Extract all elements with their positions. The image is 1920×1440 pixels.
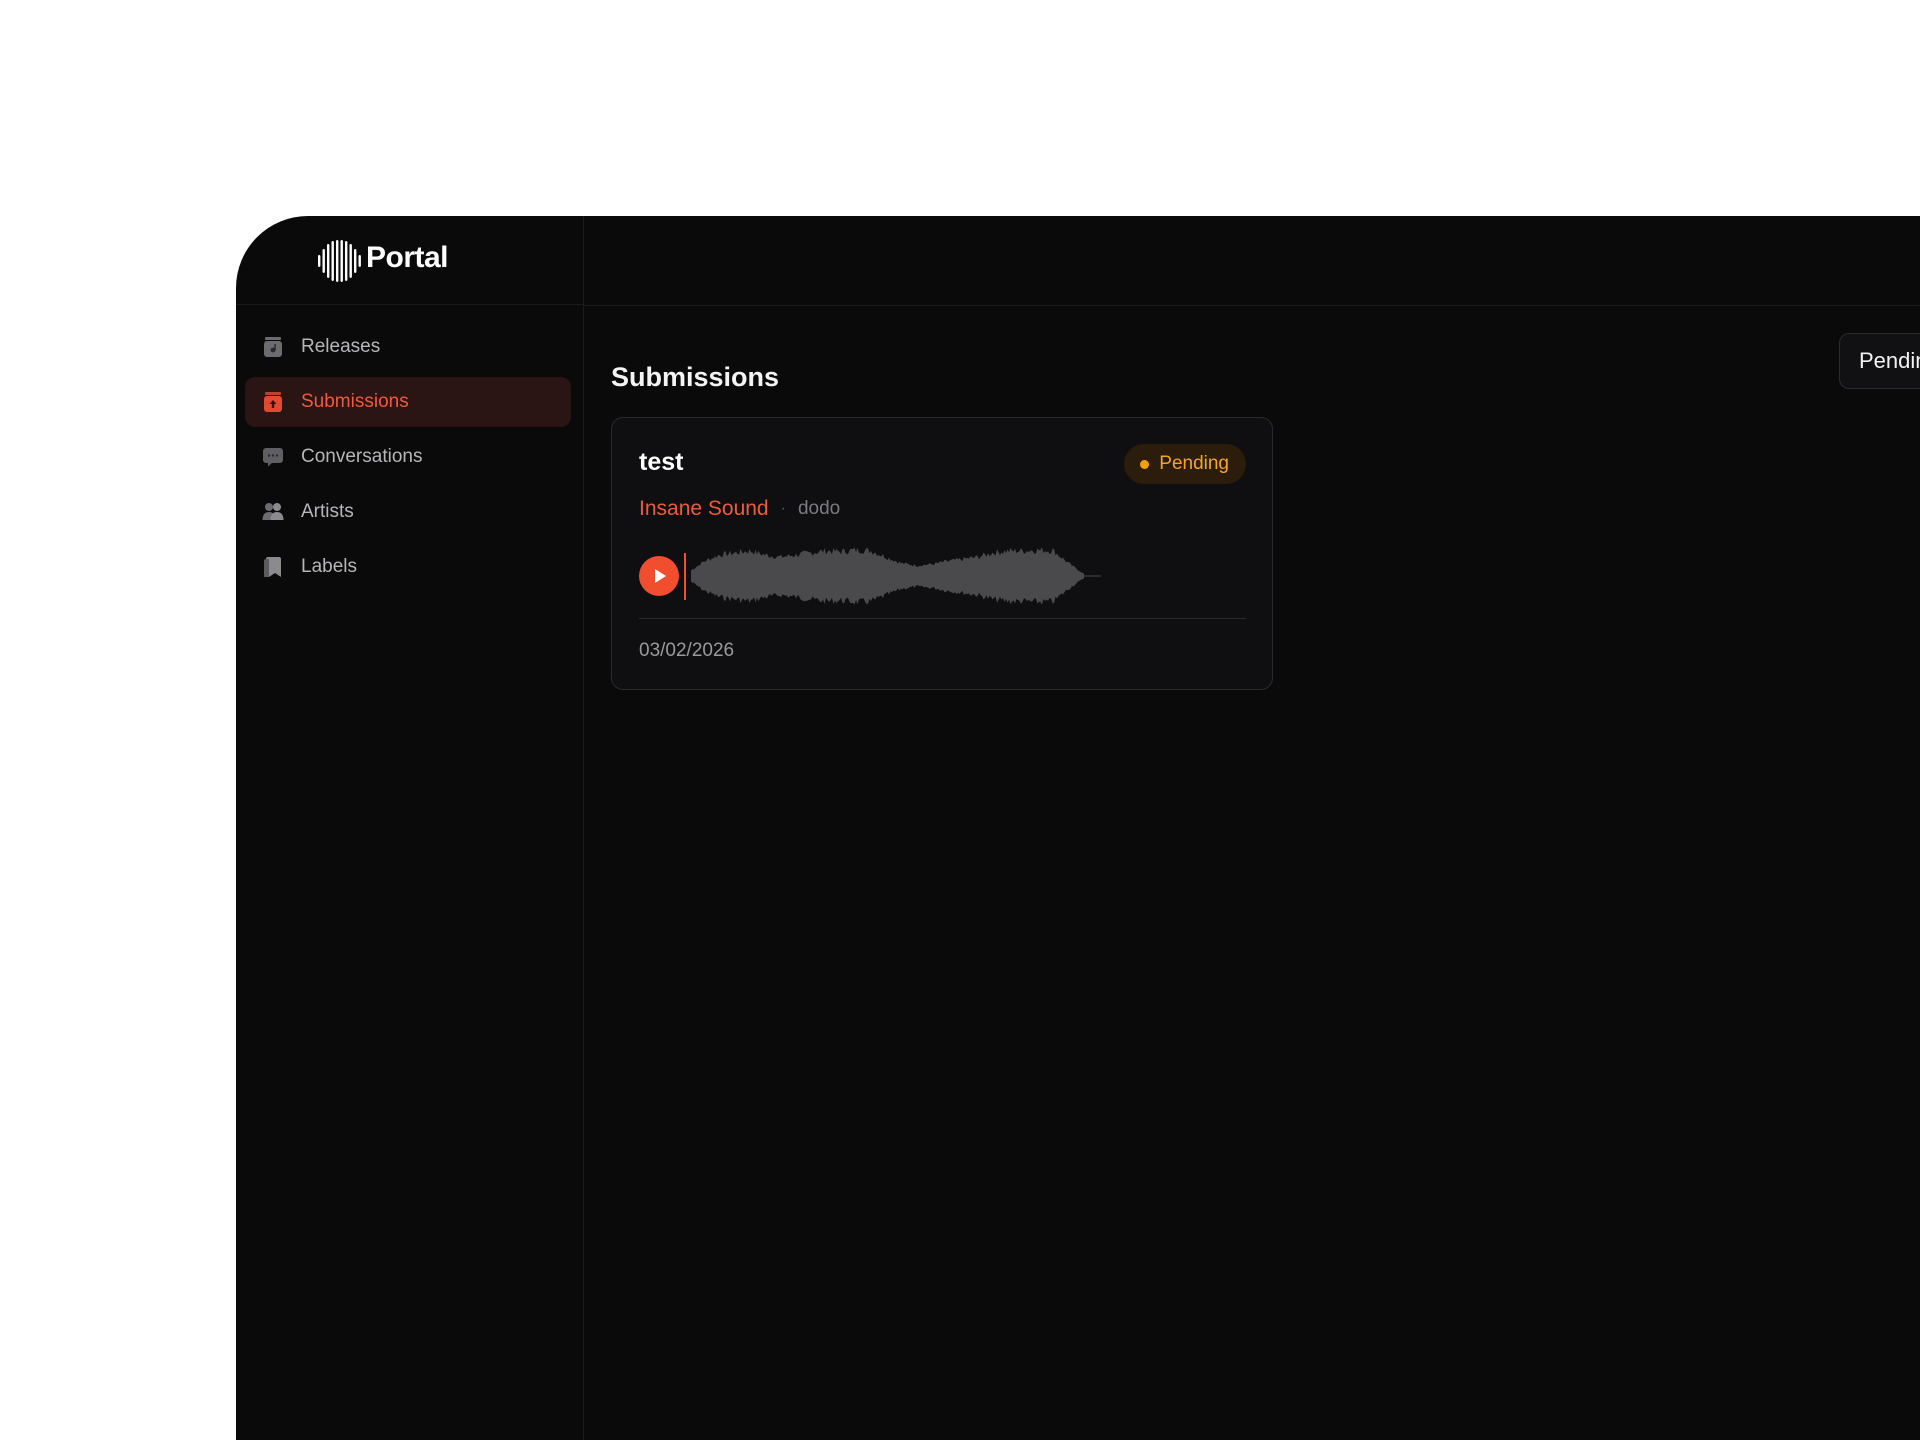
playhead[interactable] (684, 553, 686, 600)
page-title: Submissions (611, 362, 780, 393)
sidebar-item-releases[interactable]: Releases (245, 322, 571, 372)
waveform-shape (691, 547, 1084, 605)
status-filter-button[interactable]: Pending (1839, 333, 1920, 389)
card-divider (639, 618, 1246, 619)
sidebar: Portal Releases Submissions Conversation… (236, 216, 584, 1440)
brand-name: Portal (366, 241, 449, 274)
submission-meta: Insane Sound · dodo (639, 497, 840, 521)
sidebar-item-label: Conversations (301, 446, 423, 467)
sidebar-item-conversations[interactable]: Conversations (245, 432, 571, 482)
sidebar-item-submissions[interactable]: Submissions (245, 377, 571, 427)
status-badge-label: Pending (1159, 453, 1229, 474)
chat-bubble-icon (263, 448, 283, 467)
submission-label-name[interactable]: Insane Sound (639, 497, 769, 521)
audio-player (639, 546, 1119, 606)
sidebar-nav: Releases Submissions Conversations Artis… (245, 322, 571, 597)
submission-artist: dodo (797, 498, 841, 519)
sidebar-item-label: Submissions (301, 391, 409, 412)
submission-card[interactable]: test Pending Insane Sound · dodo 03/02/2… (611, 417, 1273, 690)
upload-tray-icon (264, 392, 282, 412)
play-button[interactable] (639, 556, 679, 596)
meta-separator: · (780, 500, 786, 517)
top-bar (584, 216, 1920, 306)
sidebar-item-label: Releases (301, 336, 381, 357)
audio-waveform[interactable] (689, 546, 1109, 606)
release-disc-icon (264, 337, 282, 357)
status-badge: Pending (1124, 444, 1246, 484)
sidebar-item-artists[interactable]: Artists (245, 487, 571, 537)
status-filter-label: Pending (1859, 348, 1920, 373)
play-icon (655, 569, 666, 583)
sidebar-item-label: Labels (301, 556, 357, 577)
sidebar-item-labels[interactable]: Labels (245, 542, 571, 592)
app-window: Portal Releases Submissions Conversation… (236, 216, 1920, 1440)
status-dot-icon (1140, 459, 1150, 469)
submission-date: 03/02/2026 (639, 640, 735, 661)
brand-header: Portal (236, 216, 583, 305)
portal-logo-icon (318, 240, 361, 282)
users-icon (262, 503, 284, 520)
sidebar-item-label: Artists (301, 501, 354, 522)
submission-title: test (639, 448, 684, 476)
bookmark-icon (264, 557, 281, 577)
